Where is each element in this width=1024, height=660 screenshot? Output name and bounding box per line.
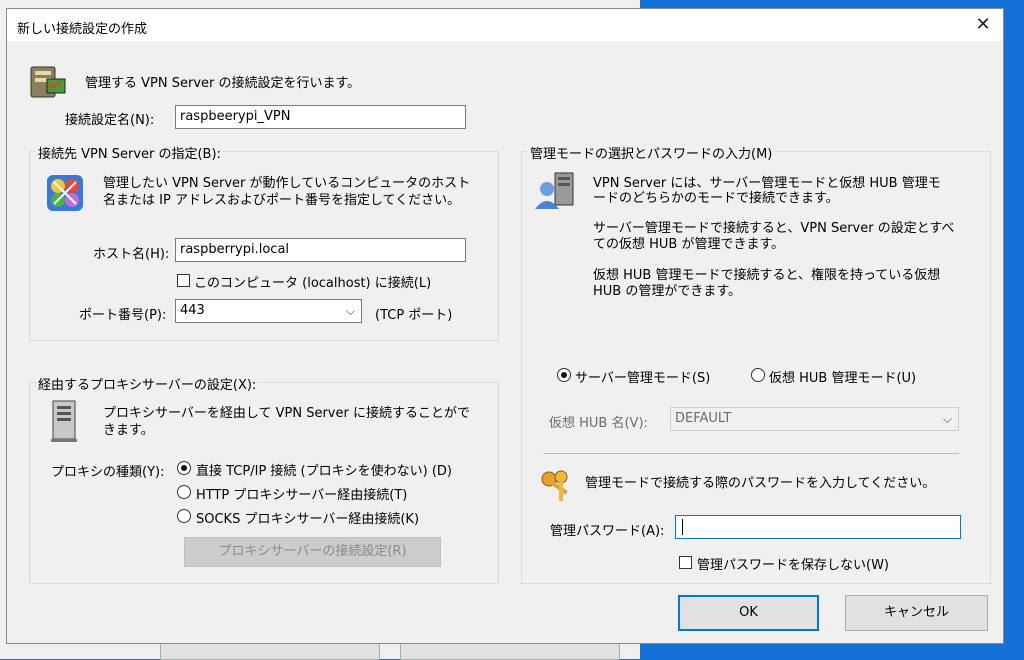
title-bar: 新しい接続設定の作成 ✕ (7, 9, 1003, 41)
admin-group-title: 管理モードの選択とパスワードの入力(M) (528, 143, 775, 162)
port-suffix: (TCP ポート) (375, 308, 453, 323)
admin-desc2-line2: ての仮想 HUB が管理できます。 (593, 237, 785, 252)
admin-desc3-line2: HUB の管理ができます。 (593, 284, 742, 299)
vpn-server-icon (30, 66, 66, 98)
server-group-title: 接続先 VPN Server の指定(B): (36, 143, 223, 162)
proxy-group-title: 経由するプロキシサーバーの設定(X): (36, 374, 259, 393)
text-caret (682, 519, 683, 535)
server-mode-label: サーバー管理モード(S) (575, 371, 711, 386)
hub-name-label: 仮想 HUB 名(V): (549, 416, 648, 431)
close-icon[interactable]: ✕ (969, 12, 997, 38)
port-label: ポート番号(P): (79, 308, 167, 323)
proxy-http-label: HTTP プロキシサーバー経由接続(T) (196, 488, 408, 503)
new-connection-dialog: 新しい接続設定の作成 ✕ 管理する VPN Server の接続設定を行います。… (6, 8, 1004, 644)
proxy-http-radio[interactable] (177, 485, 191, 499)
no-save-password-label: 管理パスワードを保存しない(W) (697, 558, 889, 573)
proxy-direct-label: 直接 TCP/IP 接続 (プロキシを使わない) (D) (196, 464, 452, 479)
hub-mode-label: 仮想 HUB 管理モード(U) (769, 371, 917, 386)
intro-text: 管理する VPN Server の接続設定を行います。 (85, 76, 361, 91)
hub-mode-radio[interactable] (751, 368, 765, 382)
proxy-desc-line2: きます。 (103, 423, 154, 438)
chevron-down-icon: ⌵ (345, 304, 355, 318)
no-save-password-checkbox[interactable] (679, 556, 692, 569)
localhost-check-label: このコンピュータ (localhost) に接続(L) (194, 276, 432, 291)
hub-name-combobox[interactable]: DEFAULT ⌵ (670, 407, 959, 431)
proxy-settings-button[interactable]: プロキシサーバーの接続設定(R) (184, 537, 441, 567)
keys-icon (541, 470, 568, 501)
setting-name-label: 接続設定名(N): (65, 113, 155, 128)
hub-name-value: DEFAULT (675, 411, 732, 426)
proxy-type-label: プロキシの種類(Y): (51, 465, 165, 480)
ok-button[interactable]: OK (678, 595, 819, 631)
password-input[interactable] (675, 515, 961, 539)
proxy-socks-radio[interactable] (177, 509, 191, 523)
cancel-button[interactable]: キャンセル (845, 595, 988, 631)
proxy-socks-label: SOCKS プロキシサーバー経由接続(K) (196, 512, 420, 527)
chevron-down-icon: ⌵ (942, 412, 952, 426)
server-mode-radio[interactable] (557, 368, 571, 382)
host-input[interactable]: raspberrypi.local (175, 238, 466, 262)
computer-network-icon (47, 175, 83, 211)
host-label: ホスト名(H): (93, 247, 170, 262)
admin-desc1-line2: ードのどちらかのモードで接続できます。 (593, 191, 839, 206)
port-combobox[interactable]: 443 ⌵ (175, 299, 362, 323)
proxy-direct-radio[interactable] (177, 461, 191, 475)
divider (543, 453, 959, 454)
admin-user-icon (535, 172, 574, 209)
server-desc-line2: 名または IP アドレスおよびポート番号を指定してください。 (103, 193, 461, 208)
dialog-title: 新しい接続設定の作成 (17, 22, 148, 37)
setting-name-input[interactable]: raspbeerypi_VPN (175, 105, 466, 129)
server-tower-icon (51, 400, 77, 442)
localhost-checkbox[interactable] (177, 274, 190, 287)
proxy-desc-line1: プロキシサーバーを経由して VPN Server に接続することがで (103, 406, 470, 421)
password-prompt: 管理モードで接続する際のパスワードを入力してください。 (585, 476, 936, 491)
port-value: 443 (180, 303, 205, 318)
password-label: 管理パスワード(A): (550, 524, 665, 539)
